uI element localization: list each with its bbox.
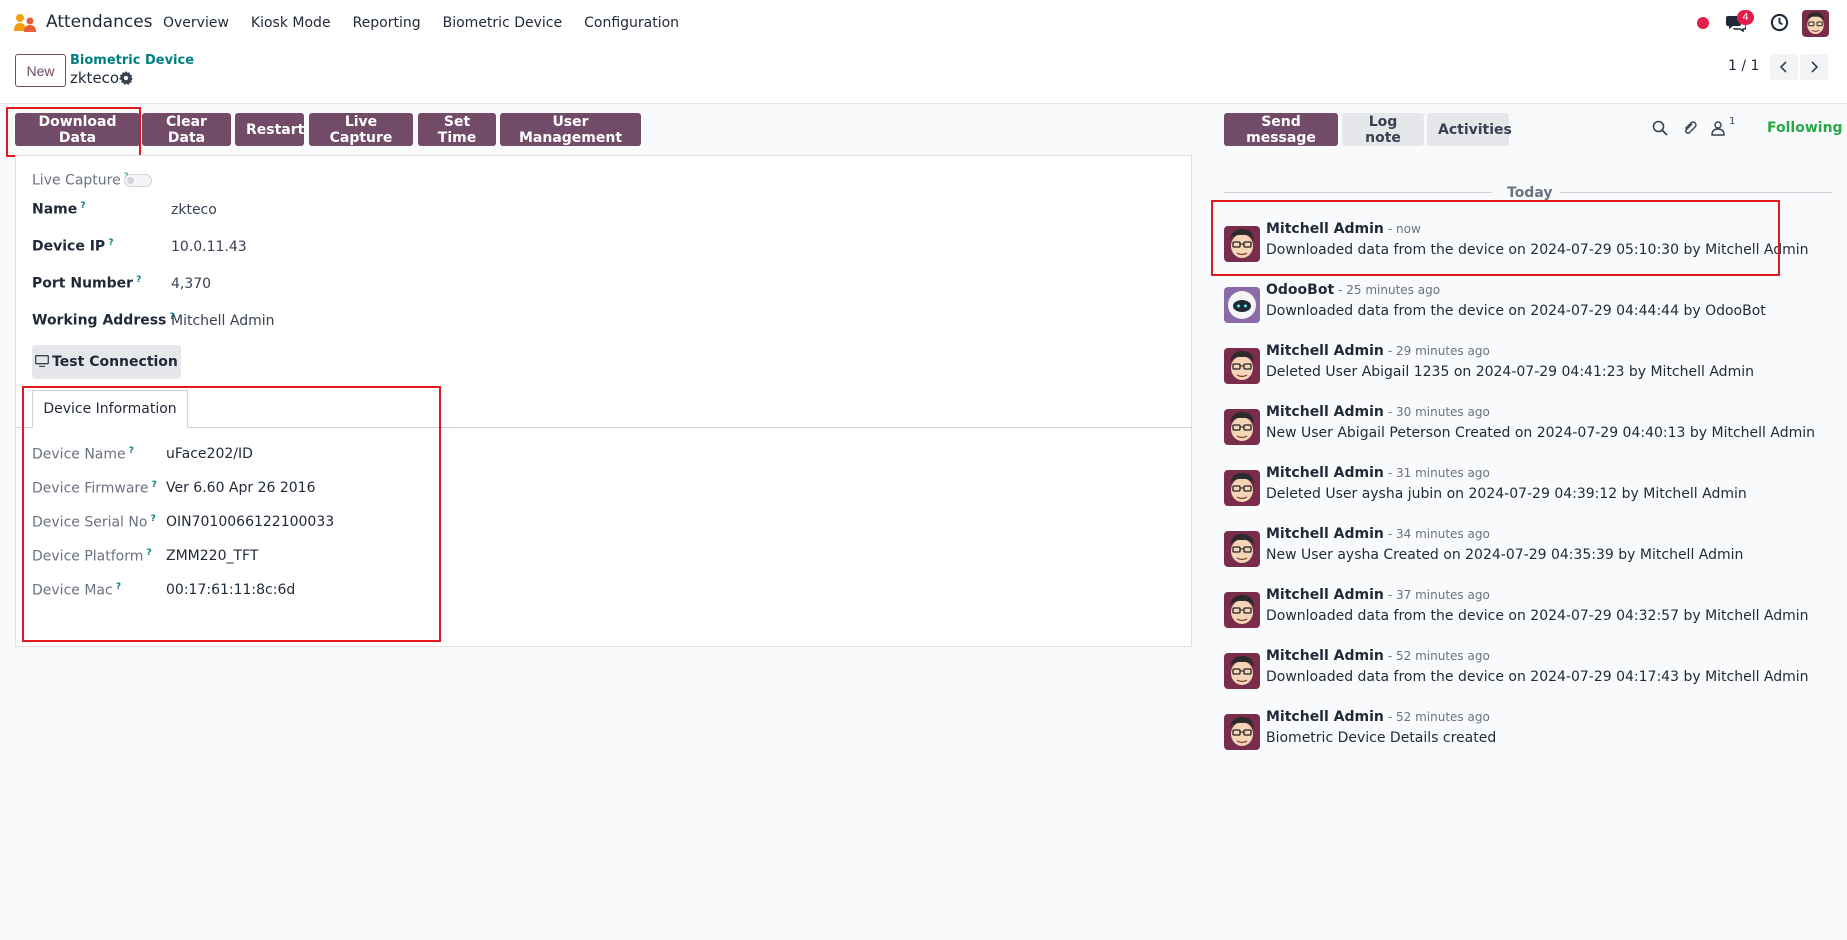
message-avatar[interactable] — [1224, 470, 1260, 506]
today-divider-left — [1224, 192, 1492, 193]
message-body: New User aysha Created on 2024-07-29 04:… — [1266, 547, 1744, 563]
menu-item-configuration[interactable]: Configuration — [584, 15, 679, 31]
breadcrumb-parent[interactable]: Biometric Device — [70, 53, 194, 68]
message-body: New User Abigail Peterson Created on 202… — [1266, 425, 1815, 441]
attendances-app-icon[interactable] — [13, 13, 37, 33]
recording-indicator-icon[interactable] — [1697, 17, 1709, 29]
send-message-button[interactable]: Send message — [1224, 113, 1338, 146]
working-address-value[interactable]: Mitchell Admin — [171, 313, 275, 329]
message-author[interactable]: OdooBot - 25 minutes ago — [1266, 282, 1440, 298]
message-avatar[interactable] — [1224, 531, 1260, 567]
device-information-highlight — [22, 386, 441, 642]
list-item: Mitchell Admin - 30 minutes ago New User A… — [1224, 404, 1815, 450]
clear-data-button[interactable]: Clear Data — [142, 113, 231, 146]
message-author[interactable]: Mitchell Admin - 30 minutes ago — [1266, 404, 1490, 420]
today-divider-right — [1560, 192, 1832, 193]
message-author[interactable]: Mitchell Admin - 52 minutes ago — [1266, 648, 1490, 664]
port-number-label: Port Number ? — [32, 275, 142, 292]
test-connection-button[interactable]: Test Connection — [32, 345, 181, 379]
message-time: - 30 minutes ago — [1387, 405, 1490, 419]
device-ip-label: Device IP ? — [32, 238, 114, 255]
user-management-button[interactable]: User Management — [500, 113, 641, 146]
message-time: - 52 minutes ago — [1387, 710, 1490, 724]
menu-item-kiosk-mode[interactable]: Kiosk Mode — [251, 15, 331, 31]
activity-clock-icon[interactable] — [1770, 13, 1789, 32]
message-time: - 31 minutes ago — [1387, 466, 1490, 480]
app-name[interactable]: Attendances — [46, 12, 153, 32]
name-label: Name ? — [32, 201, 86, 218]
working-address-label: Working Address ? — [32, 312, 175, 329]
pager-value[interactable]: 1 / 1 — [1728, 58, 1759, 74]
menu-item-overview[interactable]: Overview — [163, 15, 229, 31]
log-note-button[interactable]: Log note — [1342, 113, 1424, 146]
message-body: Deleted User aysha jubin on 2024-07-29 0… — [1266, 486, 1747, 502]
restart-button[interactable]: Restart — [235, 113, 304, 146]
message-author[interactable]: Mitchell Admin - 31 minutes ago — [1266, 465, 1490, 481]
search-icon[interactable] — [1652, 120, 1668, 136]
chat-badge: 4 — [1737, 10, 1754, 25]
message-author[interactable]: Mitchell Admin - 29 minutes ago — [1266, 343, 1490, 359]
breadcrumb-current: zkteco — [70, 69, 120, 87]
message-author[interactable]: Mitchell Admin - 37 minutes ago — [1266, 587, 1490, 603]
control-panel: New Biometric Device zkteco 1 / 1 — [0, 46, 1847, 104]
message-avatar[interactable] — [1224, 348, 1260, 384]
chevron-right-icon — [1811, 61, 1819, 73]
list-item: OdooBot - 25 minutes ago Downloaded data f… — [1224, 282, 1784, 328]
activities-button[interactable]: Activities — [1427, 113, 1512, 146]
list-item: Mitchell Admin - 31 minutes ago Deleted Us… — [1224, 465, 1784, 511]
pager-next-button[interactable] — [1800, 54, 1828, 80]
list-item: Mitchell Admin - 52 minutes ago Biometric … — [1224, 709, 1784, 755]
message-time: - 34 minutes ago — [1387, 527, 1490, 541]
message-author[interactable]: Mitchell Admin - 52 minutes ago — [1266, 709, 1490, 725]
list-item: Mitchell Admin - 37 minutes ago Downloaded… — [1224, 587, 1809, 633]
followers-count[interactable]: 1 — [1729, 116, 1735, 127]
download-data-highlight — [6, 107, 141, 157]
message-body: Downloaded data from the device on 2024-… — [1266, 608, 1809, 624]
latest-message-highlight — [1211, 200, 1780, 276]
message-avatar[interactable] — [1224, 287, 1260, 323]
message-author[interactable]: Mitchell Admin - 34 minutes ago — [1266, 526, 1490, 542]
main-menu: Overview Kiosk Mode Reporting Biometric … — [163, 0, 701, 46]
paperclip-icon[interactable] — [1682, 120, 1698, 136]
top-navbar: Attendances Overview Kiosk Mode Reportin… — [0, 0, 1847, 46]
message-time: - 52 minutes ago — [1387, 649, 1490, 663]
name-value[interactable]: zkteco — [171, 202, 217, 218]
following-button[interactable]: Following — [1767, 120, 1843, 136]
live-capture-button[interactable]: Live Capture — [309, 113, 413, 146]
message-time: - 37 minutes ago — [1387, 588, 1490, 602]
list-item: Mitchell Admin - 29 minutes ago Deleted Us… — [1224, 343, 1784, 389]
message-avatar[interactable] — [1224, 592, 1260, 628]
gear-icon[interactable] — [119, 71, 133, 85]
live-capture-label: Live Capture ? — [32, 172, 128, 189]
user-avatar[interactable] — [1802, 10, 1829, 37]
pager-previous-button[interactable] — [1770, 54, 1798, 80]
list-item: Mitchell Admin - 34 minutes ago New User a… — [1224, 526, 1784, 572]
new-button[interactable]: New — [15, 54, 66, 87]
device-ip-value[interactable]: 10.0.11.43 — [171, 239, 247, 255]
message-body: Biometric Device Details created — [1266, 730, 1497, 746]
message-body: Downloaded data from the device on 2024-… — [1266, 669, 1809, 685]
message-avatar[interactable] — [1224, 714, 1260, 750]
message-body: Deleted User Abigail 1235 on 2024-07-29 … — [1266, 364, 1754, 380]
set-time-button[interactable]: Set Time — [418, 113, 496, 146]
menu-item-biometric-device[interactable]: Biometric Device — [443, 15, 562, 31]
monitor-icon — [35, 355, 50, 368]
message-body: Downloaded data from the device on 2024-… — [1266, 303, 1766, 319]
menu-item-reporting[interactable]: Reporting — [353, 15, 421, 31]
list-item: Mitchell Admin - 52 minutes ago Downloaded… — [1224, 648, 1809, 694]
port-number-value[interactable]: 4,370 — [171, 276, 211, 292]
live-capture-toggle[interactable] — [124, 174, 152, 187]
message-time: - 25 minutes ago — [1338, 283, 1441, 297]
message-time: - 29 minutes ago — [1387, 344, 1490, 358]
chevron-left-icon — [1779, 61, 1787, 73]
today-label: Today — [1507, 185, 1553, 201]
followers-icon[interactable] — [1710, 120, 1726, 136]
message-avatar[interactable] — [1224, 653, 1260, 689]
message-avatar[interactable] — [1224, 409, 1260, 445]
